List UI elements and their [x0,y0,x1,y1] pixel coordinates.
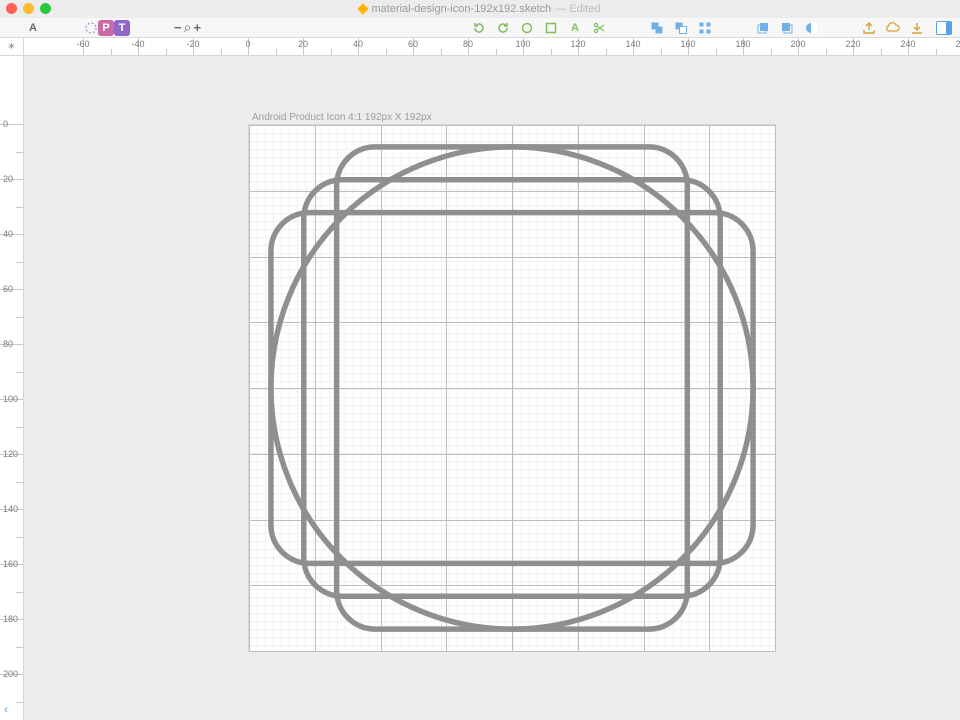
zoom-magnifier-icon[interactable]: ⌕ [184,19,192,36]
text-tool-button[interactable]: T [114,20,130,36]
send-backward-icon[interactable] [780,21,794,35]
main-toolbar: A P T − ⌕ + A [0,18,960,38]
ruler-v-label: 40 [3,229,13,239]
shape-tool-button[interactable]: P [98,20,114,36]
rotate-icon[interactable] [472,21,486,35]
union-icon[interactable] [650,21,664,35]
window-filename: material-design-icon-192x192.sketch [371,3,551,15]
sketch-file-icon [358,3,369,14]
zoom-in-button[interactable]: + [193,20,201,35]
zoom-out-button[interactable]: − [174,20,182,35]
ruler-h-label: 0 [245,39,250,49]
share-icon[interactable] [862,21,876,35]
ruler-v-label: 100 [3,394,18,404]
download-icon[interactable] [910,21,924,35]
ruler-horizontal[interactable]: -60 -40 -20 0 20 40 60 80 100 120 140 160 180 200 220 2… [24,38,960,56]
window-titlebar: material-design-icon-192x192.sketch — Ed… [0,0,960,18]
toggle-inspector-icon[interactable] [936,21,952,35]
window-edited-indicator: — Edited [555,3,600,15]
ruler-h-label: 40 [353,39,363,49]
mask-icon[interactable] [804,21,818,35]
subtract-icon[interactable] [674,21,688,35]
pages-indicator[interactable]: ‹ [4,702,8,716]
ruler-v-label: 0 [3,119,8,129]
ruler-h-label: 240 [900,39,915,49]
toolbar-boolean-group [650,21,712,35]
text-shape-icon[interactable]: A [568,21,582,35]
bring-forward-icon[interactable] [756,21,770,35]
ruler-v-label: 140 [3,504,18,514]
ruler-v-label: 80 [3,339,13,349]
ruler-h-label: 80 [463,39,473,49]
toolbar-center-group: A [472,21,606,35]
ruler-h-label: 220 [845,39,860,49]
pointer-tool-label[interactable]: A [26,21,40,35]
ruler-v-label: 20 [3,174,13,184]
window-minimize-button[interactable] [23,3,34,14]
ruler-v-label: 60 [3,284,13,294]
ruler-h-label: 200 [790,39,805,49]
ruler-vertical[interactable]: 0 20 40 60 80 100 120 140 160 180 200 [0,56,24,720]
ruler-v-label: 120 [3,449,18,459]
ruler-h-label: 20 [298,39,308,49]
window-zoom-button[interactable] [40,3,51,14]
ruler-h-label: -60 [76,39,89,49]
traffic-lights [6,3,51,14]
toolbar-export-group [862,21,924,35]
ruler-h-label: 260 [955,39,960,49]
keyline-shapes[interactable] [249,125,775,651]
ruler-h-label: 140 [625,39,640,49]
ruler-v-label: 160 [3,559,18,569]
window-close-button[interactable] [6,3,17,14]
canvas[interactable]: Android Product Icon 4:1 192px X 192px [24,56,960,720]
ruler-h-label: 180 [735,39,750,49]
ruler-h-label: -20 [186,39,199,49]
square-shape-icon[interactable] [544,21,558,35]
ruler-v-label: 180 [3,614,18,624]
artboard-title[interactable]: Android Product Icon 4:1 192px X 192px [252,112,432,123]
artboard[interactable] [248,124,776,652]
ruler-origin[interactable]: ✶ [0,38,24,56]
cloud-icon[interactable] [886,21,900,35]
ruler-h-label: 120 [570,39,585,49]
ruler-h-label: 160 [680,39,695,49]
ruler-h-label: -40 [131,39,144,49]
ruler-h-label: 60 [408,39,418,49]
circle-shape-icon[interactable] [520,21,534,35]
grid-view-icon[interactable] [698,21,712,35]
toolbar-arrange-group [756,21,818,35]
zoom-control[interactable]: − ⌕ + [174,19,201,36]
ruler-v-label: 200 [3,669,18,679]
refresh-icon[interactable] [496,21,510,35]
circle-dashed-icon[interactable] [84,21,98,35]
scissors-icon[interactable] [592,21,606,35]
ruler-h-label: 100 [515,39,530,49]
